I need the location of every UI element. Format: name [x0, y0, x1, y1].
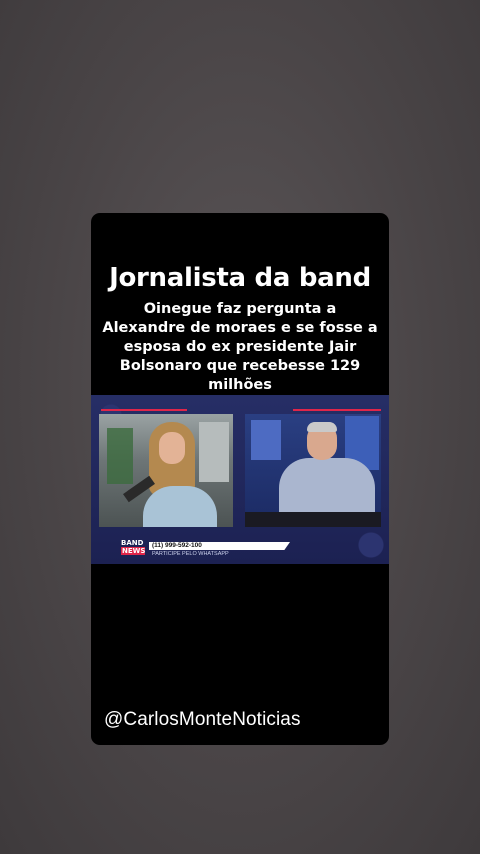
- video-panel-guest: [99, 414, 233, 527]
- story-card[interactable]: Jornalista da band Oinegue faz pergunta …: [91, 213, 389, 745]
- accent-bar-left: [101, 409, 187, 411]
- studio-wall: [199, 422, 229, 482]
- whatsapp-phone: (11) 999-592-100: [149, 542, 290, 550]
- story-subtitle: Oinegue faz pergunta a Alexandre de mora…: [102, 301, 378, 393]
- guest-face: [159, 432, 185, 464]
- logo-top-text: BAND: [121, 539, 144, 547]
- anchor-hair: [307, 422, 337, 432]
- bandnews-logo: BAND NEWS: [121, 539, 145, 555]
- anchor-desk: [245, 512, 381, 527]
- story-headline: Jornalista da band: [109, 263, 371, 293]
- lower-third-banner: BAND NEWS (11) 999-592-100 PARTICIPE PEL…: [121, 539, 290, 561]
- video-player[interactable]: BAND NEWS (11) 999-592-100 PARTICIPE PEL…: [91, 395, 389, 564]
- whatsapp-cta: PARTICIPE PELO WHATSAPP: [152, 551, 229, 557]
- accent-bar-right: [293, 409, 381, 411]
- guest-body: [143, 486, 217, 527]
- logo-bottom-text: NEWS: [121, 547, 146, 555]
- author-handle[interactable]: @CarlosMonteNoticias: [104, 709, 301, 731]
- video-panel-anchor: [245, 414, 381, 527]
- studio-window: [107, 428, 133, 484]
- studio-screen: [251, 420, 281, 460]
